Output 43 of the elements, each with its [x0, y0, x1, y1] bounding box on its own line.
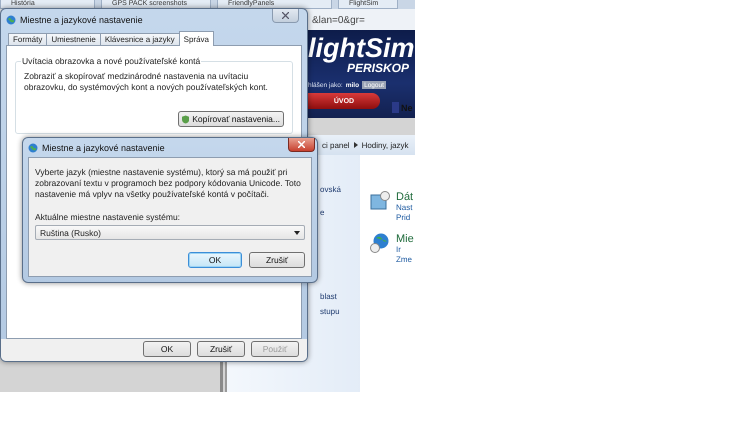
tab[interactable]: Formáty: [8, 33, 48, 46]
category-link[interactable]: Prid: [396, 213, 414, 223]
dialog-button[interactable]: OK: [188, 252, 242, 268]
square-icon: [392, 102, 399, 113]
dialog-button[interactable]: OK: [143, 341, 191, 357]
sidebar-link[interactable]: e: [320, 208, 360, 217]
group-title: Uvítacia obrazovka a nové používateľské kontá: [21, 56, 202, 66]
sidebar-link[interactable]: ovská: [320, 185, 360, 194]
breadcrumb-item[interactable]: Hodiny, jazyk: [362, 140, 409, 150]
close-icon: [282, 12, 289, 19]
dropdown-caret-icon: [294, 230, 300, 234]
site-subtitle: PERISKOP: [346, 62, 409, 75]
close-icon: [298, 141, 305, 148]
category-title[interactable]: Dát: [396, 191, 414, 203]
sidebar-link[interactable]: stupu: [320, 307, 360, 316]
breadcrumb-item[interactable]: ci panel: [322, 140, 350, 150]
tab[interactable]: Klávesnice a jazyky: [100, 33, 180, 46]
locale-select[interactable]: Ruština (Rusko): [35, 225, 305, 240]
tab[interactable]: Umiestnenie: [46, 33, 101, 46]
window-title: Miestne a jazykové nastavenie: [20, 15, 143, 25]
copy-settings-button[interactable]: Kopírovať nastavenia...: [178, 111, 284, 127]
site-logo: lightSim: [308, 34, 415, 62]
tab[interactable]: Správa: [178, 31, 214, 46]
globe-clock-icon: [370, 233, 390, 253]
chevron-icon: [354, 142, 358, 148]
category-title[interactable]: Mie: [396, 233, 414, 245]
shield-icon: [182, 114, 190, 124]
globe-icon: [28, 142, 38, 152]
category-link[interactable]: Zme: [396, 255, 414, 265]
address-text: &lan=0&gr=: [312, 14, 365, 26]
dialog-button[interactable]: Zrušiť: [197, 341, 245, 357]
modal-description: Vyberte jazyk (miestne nastavenie systému), ktorý sa má použiť pri zobrazovaní textu v programoch bez podpory kódovania Unicode. Toto nastavenie má vplyv na všetky používateľské kontá v počítači.: [35, 167, 302, 200]
category-link[interactable]: Ir: [396, 245, 414, 255]
globe-icon: [6, 15, 16, 25]
sidebar-link[interactable]: blast: [320, 292, 360, 301]
window-title: Miestne a jazykové nastavenie: [42, 142, 165, 152]
calendar-clock-icon: [370, 191, 390, 211]
close-button[interactable]: [288, 138, 315, 152]
close-button[interactable]: [272, 9, 299, 23]
field-label: Aktuálne miestne nastavenie systému:: [35, 212, 182, 222]
category-link[interactable]: Nast: [396, 203, 414, 213]
group-description: Zobraziť a skopírovať medzinárodné nastavenia na uvítaciu obrazovku, do systémových kont a nových používateľských kont.: [24, 71, 269, 93]
dialog-button[interactable]: Zrušiť: [249, 252, 305, 268]
